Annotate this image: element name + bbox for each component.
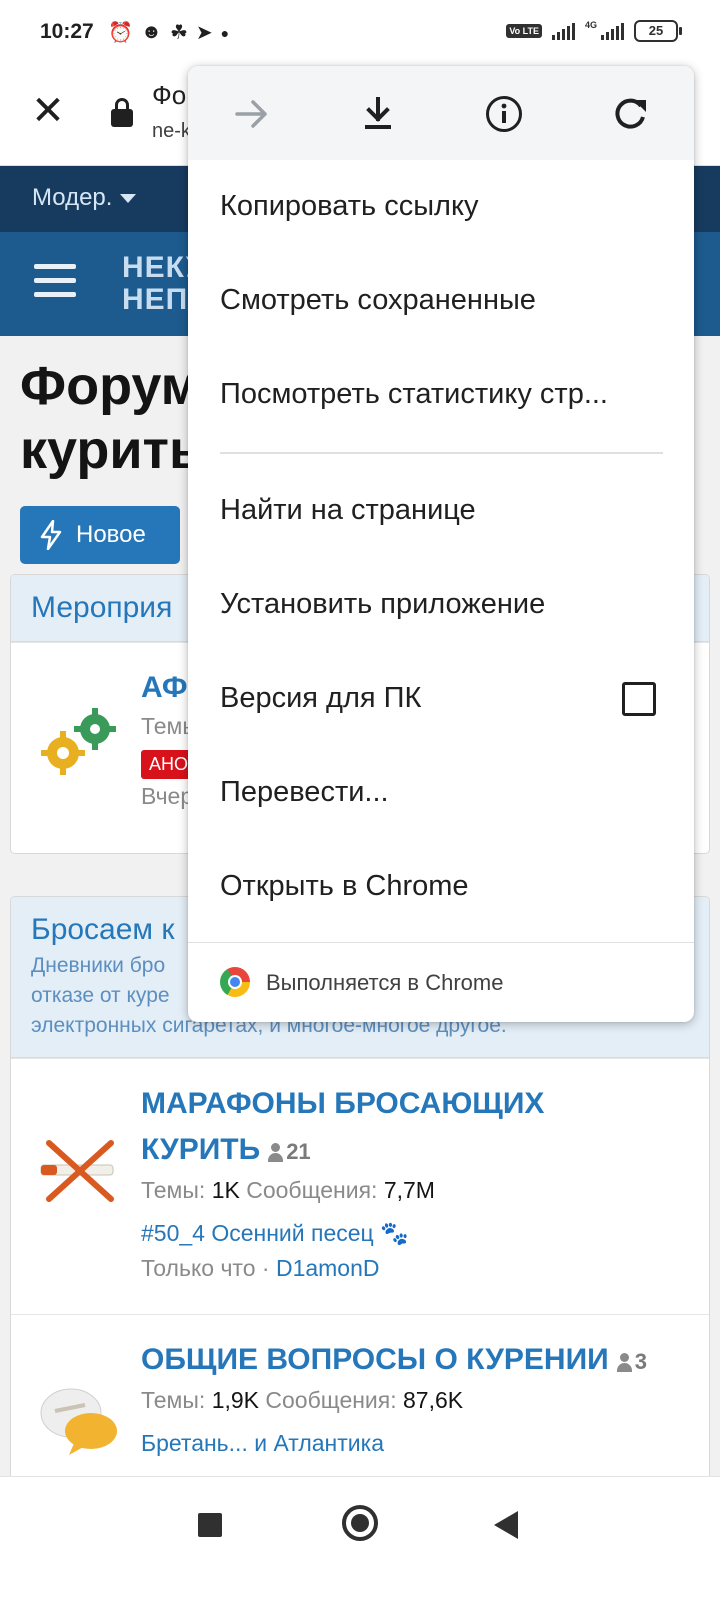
menu-desktop-site[interactable]: Версия для ПК [220,682,421,715]
back-icon[interactable] [494,1511,518,1539]
signal-icon-2 [601,22,624,40]
messages-count: 87,6K [403,1387,464,1413]
node-title-line-2: КУРИТЬ 21 [141,1127,709,1175]
alarm-icon: ⏰ [108,22,133,44]
menu-footer-divider [188,942,694,943]
desktop-site-checkbox[interactable] [622,682,656,716]
users-count: 3 [616,1349,647,1374]
page-title-line-2: курить [20,420,203,480]
last-post-user[interactable]: D1amonD [276,1255,380,1281]
menu-divider [220,452,663,454]
threads-count: 1,9K [211,1387,260,1413]
network-type: 4G [584,20,597,30]
menu-toolbar [188,66,694,160]
threads-label: Темы: [141,1177,206,1203]
threads-count: 1K [211,1177,240,1203]
messages-count: 7,7M [383,1177,435,1203]
last-post-time: Только что [141,1255,256,1281]
new-posts-label: Новое [76,521,146,548]
separator: · [261,1255,270,1281]
app-notification-icon-2: ☘ [169,22,188,44]
app-notification-icon: ☻ [140,21,162,43]
gears-icon [41,708,116,775]
node-title[interactable]: МАРАФОНЫ БРОСАЮЩИХ КУРИТЬ 21 [141,1081,709,1175]
status-bar: 10:27 ⏰ ☻ ☘ ➤ ● Vo LTE 4G 25 [0,0,720,66]
node-title-line[interactable]: ОБЩИЕ ВОПРОСЫ О КУРЕНИИ [141,1343,609,1376]
menu-install-app[interactable]: Установить приложение [220,588,545,621]
status-right: Vo LTE 4G 25 [506,20,682,42]
new-posts-button[interactable]: Новое [20,506,180,564]
lock-icon[interactable] [111,98,133,128]
refresh-icon[interactable] [606,90,654,138]
menu-view-saved[interactable]: Смотреть сохраненные [220,284,536,317]
menu-footer-text: Выполняется в Chrome [266,970,504,995]
menu-find-in-page[interactable]: Найти на странице [220,494,476,527]
moderation-label: Модер. [32,184,113,211]
download-icon[interactable] [354,90,402,138]
person-icon [268,1143,284,1162]
browser-url[interactable]: ne-k [152,120,191,143]
menu-copy-link[interactable]: Копировать ссылку [220,190,478,223]
users-count-value: 21 [286,1139,311,1164]
close-icon[interactable]: ✕ [30,91,66,131]
moderation-menu[interactable]: Модер. [32,184,137,212]
overflow-menu: Копировать ссылку Смотреть сохраненные П… [188,66,694,1022]
signal-icon [551,22,575,40]
messages-label: Сообщения: [265,1387,397,1413]
menu-translate[interactable]: Перевести... [220,776,389,809]
menu-page-stats[interactable]: Посмотреть статистику стр... [220,378,608,411]
notification-icons: ⏰ ☻ ☘ ➤ ● [108,20,229,45]
system-nav-bar [0,1476,720,1600]
page-title-line-1: Форум [20,356,201,416]
threads-label: Темы: [141,1387,206,1413]
last-post-link[interactable]: #50_4 Осенний песец 🐾 [141,1220,709,1247]
forward-icon[interactable] [228,90,276,138]
more-notifications-dot: ● [220,24,230,41]
battery-icon: 25 [634,20,682,42]
bolt-icon [40,520,62,550]
chrome-logo-icon [220,967,250,997]
node-title-line[interactable]: КУРИТЬ [141,1133,260,1166]
node-stats: Темы: 1,9K Сообщения: 87,6K [141,1387,709,1414]
node-title-line[interactable]: МАРАФОНЫ БРОСАЮЩИХ [141,1081,709,1127]
users-count: 21 [268,1139,311,1164]
person-icon [616,1353,632,1372]
hamburger-menu-icon[interactable] [34,264,76,300]
last-post-link[interactable]: Бретань... и Атлантика [141,1430,709,1457]
chevron-down-icon [120,194,137,204]
last-post-meta: Только что · D1amonD [141,1255,709,1282]
forum-node-marathons[interactable]: МАРАФОНЫ БРОСАЮЩИХ КУРИТЬ 21 Темы: 1K Соо… [11,1058,709,1314]
info-icon[interactable] [480,90,528,138]
telegram-icon: ➤ [195,22,213,44]
forum-node-general[interactable]: ОБЩИЕ ВОПРОСЫ О КУРЕНИИ 3 Темы: 1,9K Сооб… [11,1314,709,1479]
screen: 10:27 ⏰ ☻ ☘ ➤ ● Vo LTE 4G 25 ✕ Фо ne-k М… [0,0,720,1600]
status-time: 10:27 [40,20,94,43]
messages-label: Сообщения: [246,1177,378,1203]
browser-page-title[interactable]: Фо [152,80,186,111]
chat-bubbles-icon [40,1388,117,1455]
recents-icon[interactable] [198,1513,222,1537]
users-count-value: 3 [634,1349,647,1374]
node-title[interactable]: ОБЩИЕ ВОПРОСЫ О КУРЕНИИ 3 [141,1337,709,1385]
volte-icon: Vo LTE [506,24,542,38]
no-smoking-icon [40,1140,114,1202]
menu-open-in-chrome[interactable]: Открыть в Chrome [220,870,469,903]
node-stats: Темы: 1K Сообщения: 7,7M [141,1177,709,1204]
page-title: Форум курить [20,354,202,482]
home-icon[interactable] [342,1505,378,1541]
